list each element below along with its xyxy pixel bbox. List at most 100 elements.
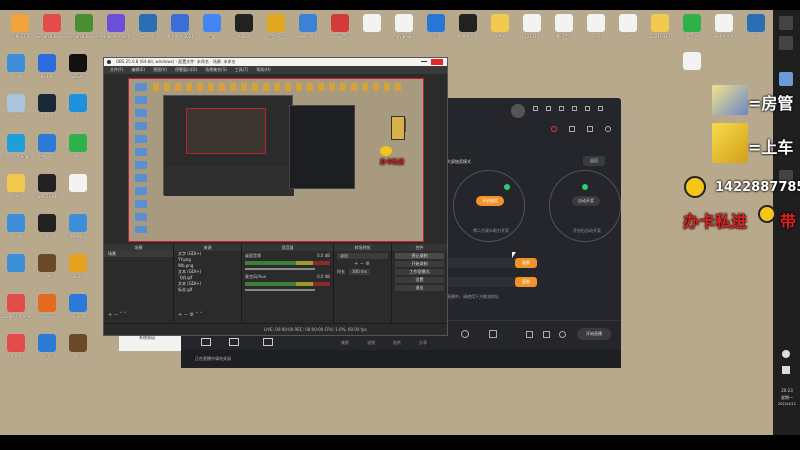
bottom-tool-label[interactable]: 美颜 <box>341 340 349 346</box>
obs-window[interactable]: OBS 25.0.8 (64-bit, windows) - 配置文件: 未命名… <box>103 57 448 336</box>
copy-url-button[interactable]: 复制 <box>515 258 537 268</box>
taskbar-app-icon[interactable] <box>779 72 793 86</box>
desktop-icon[interactable]: Network <box>62 214 94 248</box>
window-button-icon[interactable] <box>533 106 538 111</box>
obs-menu-item[interactable]: 帮助(H) <box>256 66 270 74</box>
screen-icon[interactable] <box>543 331 550 338</box>
desktop-icon[interactable]: 此电脑 <box>0 54 32 88</box>
desktop-icon[interactable]: 腾讯会议 <box>548 14 580 48</box>
desktop-icon[interactable]: 任务 <box>31 334 63 368</box>
desktop-icon[interactable]: GeForce Experience <box>36 14 68 48</box>
volume-slider[interactable] <box>245 289 315 291</box>
obs-control-button[interactable]: 设置 <box>395 277 444 283</box>
start-live-button[interactable]: 开始直播 <box>577 328 611 340</box>
bottom-tool-label[interactable]: 贴纸 <box>393 340 401 346</box>
maximize-icon[interactable] <box>585 106 590 111</box>
source-item[interactable]: 标志.gif <box>174 287 241 293</box>
desktop-icon[interactable]: 此电脑 <box>0 214 32 248</box>
duration-input[interactable]: 300 ms <box>349 269 370 275</box>
obs-menu-item[interactable]: 停靠窗口(D) <box>175 66 197 74</box>
desktop-icon[interactable]: QQ <box>31 214 63 248</box>
window-button-icon[interactable] <box>546 106 551 111</box>
desktop-icon[interactable]: 文件 <box>612 14 644 48</box>
desktop-icon[interactable]: Zoom <box>580 14 612 48</box>
obs-control-button[interactable]: 退出 <box>395 285 444 291</box>
desktop-icon[interactable]: ESO <box>62 254 94 288</box>
desktop-icon[interactable]: 文档 <box>356 14 388 48</box>
share-icon[interactable] <box>623 126 629 132</box>
desktop-icon[interactable]: 控制面板 <box>31 134 63 168</box>
obs-control-button[interactable]: 停止录制 <box>395 253 444 259</box>
desktop-icon[interactable]: 网易云 <box>31 294 63 328</box>
bell-icon[interactable] <box>605 126 611 132</box>
desktop-icon[interactable]: Steam <box>31 94 63 128</box>
obs-menu-item[interactable]: 编辑(E) <box>131 66 145 74</box>
desktop-icon[interactable]: 回收站 <box>0 94 32 128</box>
desktop-icon[interactable]: 百度网盘 <box>260 14 292 48</box>
camera-icon[interactable] <box>526 331 533 338</box>
close-icon[interactable] <box>431 59 443 65</box>
desktop-icon[interactable]: 图片 <box>62 334 94 368</box>
volume-icon[interactable] <box>782 366 790 374</box>
desktop-icon[interactable]: Adobe Premiere Pro <box>100 14 132 48</box>
obs-control-button[interactable]: 开始录制 <box>395 261 444 267</box>
bottom-tool-label[interactable]: 滤镜 <box>367 340 375 346</box>
lock-icon[interactable] <box>569 126 575 132</box>
window-button-icon[interactable] <box>559 106 564 111</box>
obs-menu-item[interactable]: 工具(T) <box>235 66 249 74</box>
bottom-tool-label[interactable]: 分享 <box>419 340 427 346</box>
desktop-icon[interactable]: KaiHei <box>31 54 63 88</box>
close-icon[interactable] <box>598 106 603 111</box>
back-button[interactable]: 返回 <box>583 156 605 166</box>
desktop-icon[interactable]: Adobe <box>228 14 260 48</box>
start-lottery-button[interactable]: 开启抽奖 <box>476 196 504 206</box>
desktop-icon[interactable]: 20210417 <box>644 14 676 48</box>
desktop-icon[interactable]: 人物 <box>31 254 63 288</box>
desktop-icon[interactable]: 向日葵 <box>420 14 452 48</box>
desktop-icon[interactable]: WeGame <box>292 14 324 48</box>
speaker-icon[interactable] <box>489 330 497 338</box>
microphone-icon[interactable] <box>461 330 469 338</box>
desktop-icon[interactable]: 网易云音乐 <box>324 14 356 48</box>
source-add-remove-icons[interactable]: + − ⚙ ˄ ˅ <box>178 312 202 318</box>
card-icon[interactable] <box>587 126 593 132</box>
tool-icon[interactable] <box>229 338 239 346</box>
desktop-icon[interactable]: 121212 <box>516 14 548 48</box>
desktop-icon[interactable]: QQ <box>62 94 94 128</box>
desktop-icon[interactable]: WARZONE <box>31 174 63 208</box>
desktop-icon[interactable]: Google Chrome <box>0 294 32 328</box>
desktop-icon[interactable]: 新建文件夹 <box>708 14 740 48</box>
obs-menu-item[interactable]: 视图(V) <box>153 66 167 74</box>
transition-select[interactable]: 淡出 <box>337 253 388 259</box>
desktop-icon[interactable]: 微信 <box>62 134 94 168</box>
refresh-icon[interactable] <box>551 126 557 132</box>
obs-menu-item[interactable]: 场景集合(S) <box>205 66 227 74</box>
copy-key-button[interactable]: 复制 <box>515 277 537 287</box>
desktop-icon[interactable]: 文件夹 <box>484 14 516 48</box>
settings-gear-icon[interactable] <box>559 331 566 338</box>
desktop-icon[interactable]: VEGAS <box>62 54 94 88</box>
transition-add-remove-icons[interactable]: + − ⚙ <box>334 261 391 267</box>
desktop-icon[interactable]: Chrome <box>0 334 32 368</box>
desktop-icon[interactable]: Windows <box>62 294 94 328</box>
desktop-icon[interactable]: 万能 GFT <box>4 14 36 48</box>
desktop-icon[interactable]: 腾讯视频 2021 <box>164 14 196 48</box>
minimize-icon[interactable] <box>572 106 577 111</box>
desktop-icon[interactable]: YY <box>0 254 32 288</box>
tool-icon[interactable] <box>201 338 211 346</box>
minimize-icon[interactable] <box>421 61 427 62</box>
desktop-icon[interactable]: 剪映专业版 <box>452 14 484 48</box>
desktop-icon[interactable]: fanyibaiqin <box>388 14 420 48</box>
scene-item[interactable]: 场景 <box>104 251 173 257</box>
desktop-icon[interactable]: GeForce Experience <box>68 14 100 48</box>
desktop-icon[interactable]: 文档 <box>62 174 94 208</box>
tool-icon[interactable] <box>263 338 273 346</box>
start-icon[interactable] <box>779 16 793 30</box>
search-icon[interactable] <box>779 36 793 50</box>
obs-menu-item[interactable]: 文件(F) <box>110 66 123 74</box>
auto-lottery-button[interactable]: 自动开奖 <box>572 196 600 206</box>
microphone-icon[interactable] <box>782 350 790 358</box>
desktop-icon[interactable]: Steam <box>132 14 164 48</box>
desktop-icon[interactable]: 浏览器 <box>740 14 772 48</box>
desktop-icon[interactable]: 爱奇艺 <box>676 14 708 48</box>
